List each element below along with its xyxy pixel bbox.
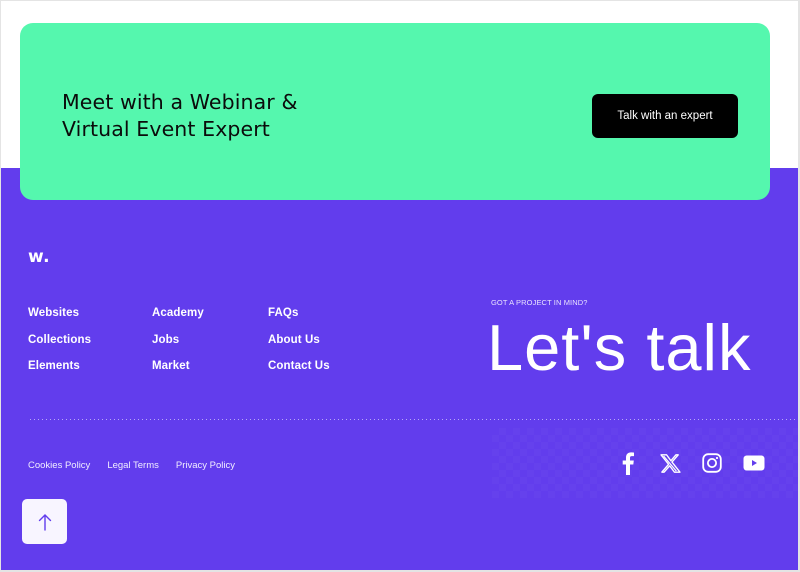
youtube-icon [743,455,765,471]
footer-logo[interactable]: w. [28,247,50,267]
cta-title-line-2: Virtual Event Expert [62,117,270,141]
footer-link-collections[interactable]: Collections [28,333,91,360]
footer-link-elements[interactable]: Elements [28,359,91,386]
talk-with-expert-button[interactable]: Talk with an expert [592,94,738,138]
legal-links: Cookies Policy Legal Terms Privacy Polic… [28,460,252,471]
footer-link-about-us[interactable]: About Us [268,333,330,360]
footer-link-contact-us[interactable]: Contact Us [268,359,330,386]
footer-nav-column-3: FAQs About Us Contact Us [268,306,330,386]
cta-card: Meet with a Webinar & Virtual Event Expe… [20,23,770,200]
cookies-policy-link[interactable]: Cookies Policy [28,460,90,471]
x-twitter-icon [659,453,681,473]
footer-link-jobs[interactable]: Jobs [152,333,204,360]
cta-title-line-1: Meet with a Webinar & [62,90,298,114]
footer-divider [30,419,798,420]
cta-title: Meet with a Webinar & Virtual Event Expe… [62,89,392,143]
footer-link-market[interactable]: Market [152,359,204,386]
footer-link-websites[interactable]: Websites [28,306,91,333]
privacy-policy-link[interactable]: Privacy Policy [176,460,235,471]
social-links [613,451,769,475]
instagram-link[interactable] [697,451,727,475]
youtube-link[interactable] [739,451,769,475]
footer-nav-column-2: Academy Jobs Market [152,306,204,386]
facebook-icon [622,452,634,475]
footer-link-academy[interactable]: Academy [152,306,204,333]
page: Meet with a Webinar & Virtual Event Expe… [1,1,798,570]
legal-terms-link[interactable]: Legal Terms [107,460,159,471]
x-twitter-link[interactable] [655,451,685,475]
lets-talk-headline[interactable]: Let's talk [487,312,751,384]
facebook-link[interactable] [613,451,643,475]
instagram-icon [702,453,722,473]
project-eyebrow: GOT A PROJECT IN MIND? [491,298,588,307]
scroll-to-top-button[interactable] [22,499,67,544]
footer-nav-column-1: Websites Collections Elements [28,306,91,386]
footer-link-faqs[interactable]: FAQs [268,306,330,333]
arrow-up-icon [38,513,51,531]
